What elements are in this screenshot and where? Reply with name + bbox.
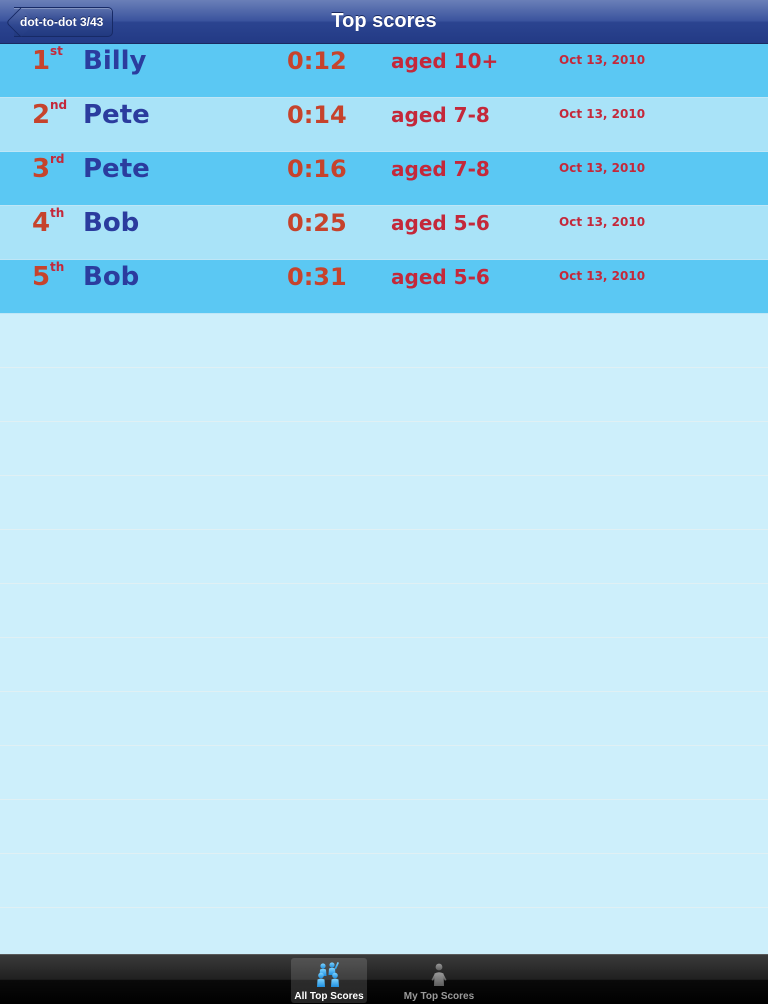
rank-number: 4 bbox=[32, 208, 51, 238]
score-row[interactable]: 1 st Billy 0:12 aged 10+ Oct 13, 2010 bbox=[0, 44, 768, 98]
page-title: Top scores bbox=[331, 10, 437, 32]
tab-my-top-scores[interactable]: My Top Scores bbox=[401, 958, 477, 1003]
empty-row bbox=[0, 908, 768, 954]
score-row[interactable]: 2 nd Pete 0:14 aged 7-8 Oct 13, 2010 bbox=[0, 98, 768, 152]
score-date: Oct 13, 2010 bbox=[559, 107, 646, 121]
rank-suffix: rd bbox=[50, 152, 65, 166]
tab-all-top-scores-label: All Top Scores bbox=[294, 991, 364, 1002]
empty-row bbox=[0, 638, 768, 692]
age-group: aged 5-6 bbox=[391, 265, 490, 289]
score-row[interactable]: 3 rd Pete 0:16 aged 7-8 Oct 13, 2010 bbox=[0, 152, 768, 206]
navigation-bar: dot-to-dot 3/43 Top scores bbox=[0, 0, 768, 44]
rank-suffix: st bbox=[50, 44, 63, 58]
rank-suffix: th bbox=[50, 206, 65, 220]
score-row[interactable]: 5 th Bob 0:31 aged 5-6 Oct 13, 2010 bbox=[0, 260, 768, 314]
tab-bar: All Top Scores My Top Scores bbox=[0, 954, 768, 1004]
empty-row bbox=[0, 422, 768, 476]
person-icon bbox=[401, 960, 477, 988]
score-row[interactable]: 4 th Bob 0:25 aged 5-6 Oct 13, 2010 bbox=[0, 206, 768, 260]
empty-row bbox=[0, 530, 768, 584]
score-date: Oct 13, 2010 bbox=[559, 161, 646, 175]
tab-my-top-scores-label: My Top Scores bbox=[403, 991, 475, 1002]
score-date: Oct 13, 2010 bbox=[559, 53, 646, 67]
empty-row bbox=[0, 368, 768, 422]
age-group: aged 10+ bbox=[391, 49, 499, 73]
score-list[interactable]: 1 st Billy 0:12 aged 10+ Oct 13, 2010 2 … bbox=[0, 44, 768, 954]
player-name: Billy bbox=[83, 46, 147, 76]
empty-row bbox=[0, 584, 768, 638]
score-time: 0:16 bbox=[287, 155, 347, 183]
empty-row bbox=[0, 854, 768, 908]
rank-suffix: nd bbox=[50, 98, 68, 112]
player-name: Bob bbox=[83, 262, 140, 292]
score-time: 0:31 bbox=[287, 263, 347, 291]
score-time: 0:12 bbox=[287, 47, 347, 75]
age-group: aged 7-8 bbox=[391, 103, 490, 127]
score-time: 0:14 bbox=[287, 101, 347, 129]
empty-row bbox=[0, 476, 768, 530]
tab-all-top-scores[interactable]: All Top Scores bbox=[291, 958, 367, 1003]
rank-number: 2 bbox=[32, 100, 51, 130]
empty-row bbox=[0, 314, 768, 368]
score-date: Oct 13, 2010 bbox=[559, 269, 646, 283]
rank-number: 5 bbox=[32, 262, 51, 292]
rank-number: 1 bbox=[32, 46, 51, 76]
rank-number: 3 bbox=[32, 154, 51, 184]
group-people-icon bbox=[291, 960, 367, 988]
empty-row bbox=[0, 800, 768, 854]
score-time: 0:25 bbox=[287, 209, 347, 237]
empty-row bbox=[0, 692, 768, 746]
player-name: Bob bbox=[83, 208, 140, 238]
empty-row bbox=[0, 746, 768, 800]
score-date: Oct 13, 2010 bbox=[559, 215, 646, 229]
age-group: aged 7-8 bbox=[391, 157, 490, 181]
player-name: Pete bbox=[83, 100, 150, 130]
rank-suffix: th bbox=[50, 260, 65, 274]
player-name: Pete bbox=[83, 154, 150, 184]
age-group: aged 5-6 bbox=[391, 211, 490, 235]
